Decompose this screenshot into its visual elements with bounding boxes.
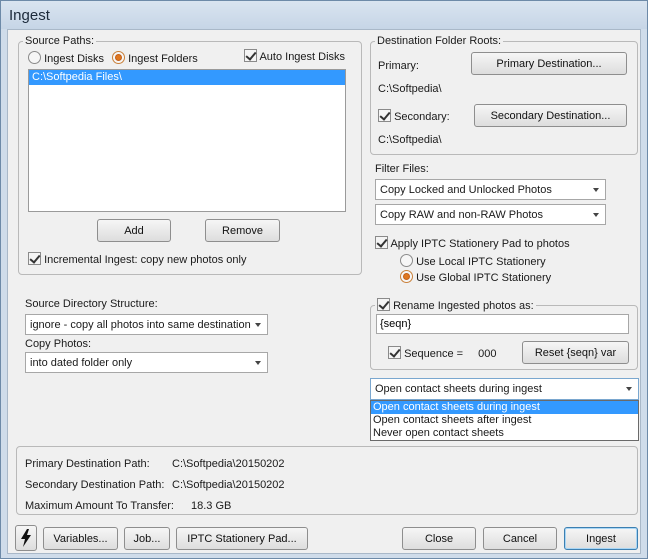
window-title: Ingest <box>9 7 50 24</box>
secondary-checkbox[interactable]: Secondary: <box>378 109 450 123</box>
source-structure-value: ignore - copy all photos into same desti… <box>30 318 251 331</box>
ingest-window: Ingest Source Paths: Ingest Disks Ingest… <box>0 0 648 559</box>
sequence-check[interactable] <box>388 346 401 359</box>
chevron-down-icon <box>593 188 599 192</box>
rename-check[interactable] <box>377 298 390 311</box>
incremental-ingest-checkbox[interactable]: Incremental Ingest: copy new photos only <box>28 252 246 266</box>
dropdown-option[interactable]: Open contact sheets after ingest <box>371 414 638 427</box>
primary-label: Primary: <box>378 60 419 72</box>
ingest-disks-radio-dot[interactable] <box>28 51 41 64</box>
secondary-label: Secondary: <box>394 111 450 123</box>
close-button[interactable]: Close <box>402 527 476 550</box>
cancel-button[interactable]: Cancel <box>483 527 557 550</box>
filter-files-label: Filter Files: <box>375 163 429 175</box>
auto-ingest-checkbox[interactable]: Auto Ingest Disks <box>244 49 345 63</box>
primary-dest-path-value: C:\Softpedia\20150202 <box>172 458 285 470</box>
ingest-button[interactable]: Ingest <box>564 527 638 550</box>
dropdown-option[interactable]: Never open contact sheets <box>371 427 638 440</box>
local-iptc-radio-dot[interactable] <box>400 254 413 267</box>
auto-ingest-check[interactable] <box>244 49 257 62</box>
copy-photos-label: Copy Photos: <box>25 338 92 350</box>
sequence-label: Sequence = <box>404 348 464 360</box>
source-structure-label: Source Directory Structure: <box>25 298 158 310</box>
max-transfer-value: 18.3 GB <box>191 500 232 512</box>
secondary-destination-button[interactable]: Secondary Destination... <box>474 104 627 127</box>
lightning-button[interactable] <box>15 525 37 551</box>
chevron-down-icon <box>593 213 599 217</box>
chevron-down-icon <box>626 387 632 391</box>
primary-destination-button[interactable]: Primary Destination... <box>471 52 627 75</box>
source-paths-list[interactable]: C:\Softpedia Files\ <box>28 69 346 212</box>
contact-sheets-value: Open contact sheets during ingest <box>375 383 542 395</box>
local-iptc-radio[interactable]: Use Local IPTC Stationery <box>400 254 546 268</box>
max-transfer-label: Maximum Amount To Transfer: <box>25 500 174 512</box>
local-iptc-label: Use Local IPTC Stationery <box>416 256 546 268</box>
source-paths-legend: Source Paths: <box>25 35 95 47</box>
copy-photos-select[interactable]: into dated folder only <box>25 352 268 373</box>
ingest-folders-label: Ingest Folders <box>128 53 198 65</box>
contact-sheets-select[interactable]: Open contact sheets during ingest <box>370 378 639 400</box>
contact-sheets-options: Open contact sheets during ingest Open c… <box>370 400 639 441</box>
secondary-dest-path-value: C:\Softpedia\20150202 <box>172 479 285 491</box>
sequence-checkbox[interactable]: Sequence = 000 <box>388 346 497 360</box>
ingest-disks-label: Ingest Disks <box>44 53 104 65</box>
global-iptc-label: Use Global IPTC Stationery <box>416 272 552 284</box>
incremental-label: Incremental Ingest: copy new photos only <box>44 254 247 266</box>
rename-label: Rename Ingested photos as: <box>393 300 534 312</box>
dialog-body: Source Paths: Ingest Disks Ingest Folder… <box>7 29 641 554</box>
chevron-down-icon <box>255 361 261 365</box>
list-item[interactable]: C:\Softpedia Files\ <box>29 70 345 85</box>
chevron-down-icon <box>255 323 261 327</box>
job-button[interactable]: Job... <box>124 527 170 550</box>
copy-photos-value: into dated folder only <box>30 356 133 369</box>
reset-seqn-button[interactable]: Reset {seqn} var <box>522 341 629 364</box>
primary-path-text: C:\Softpedia\ <box>378 83 442 95</box>
auto-ingest-label: Auto Ingest Disks <box>259 51 346 63</box>
apply-iptc-checkbox[interactable]: Apply IPTC Stationery Pad to photos <box>375 236 570 250</box>
ingest-folders-radio[interactable]: Ingest Folders <box>112 51 198 65</box>
dropdown-option[interactable]: Open contact sheets during ingest <box>371 401 638 414</box>
variables-button[interactable]: Variables... <box>43 527 118 550</box>
remove-button[interactable]: Remove <box>205 219 280 242</box>
incremental-check[interactable] <box>28 252 41 265</box>
secondary-dest-path-label: Secondary Destination Path: <box>25 479 165 491</box>
global-iptc-radio[interactable]: Use Global IPTC Stationery <box>400 270 551 284</box>
source-structure-select[interactable]: ignore - copy all photos into same desti… <box>25 314 268 335</box>
locked-filter-select[interactable]: Copy Locked and Unlocked Photos <box>375 179 606 200</box>
locked-filter-value: Copy Locked and Unlocked Photos <box>380 183 552 196</box>
raw-filter-select[interactable]: Copy RAW and non-RAW Photos <box>375 204 606 225</box>
secondary-check[interactable] <box>378 109 391 122</box>
apply-iptc-label: Apply IPTC Stationery Pad to photos <box>390 238 570 250</box>
apply-iptc-check[interactable] <box>375 236 388 249</box>
title-bar[interactable]: Ingest <box>1 1 647 29</box>
primary-dest-path-label: Primary Destination Path: <box>25 458 150 470</box>
rename-pattern-input[interactable] <box>376 314 629 334</box>
sequence-value: 000 <box>478 348 497 360</box>
lightning-icon <box>21 529 31 547</box>
secondary-path-text: C:\Softpedia\ <box>378 134 442 146</box>
destination-roots-legend: Destination Folder Roots: <box>377 35 502 47</box>
raw-filter-value: Copy RAW and non-RAW Photos <box>380 208 544 221</box>
rename-legend[interactable]: Rename Ingested photos as: <box>375 298 536 312</box>
global-iptc-radio-dot[interactable] <box>400 270 413 283</box>
ingest-disks-radio[interactable]: Ingest Disks <box>28 51 104 65</box>
add-button[interactable]: Add <box>97 219 171 242</box>
iptc-stationery-pad-button[interactable]: IPTC Stationery Pad... <box>176 527 308 550</box>
ingest-folders-radio-dot[interactable] <box>112 51 125 64</box>
